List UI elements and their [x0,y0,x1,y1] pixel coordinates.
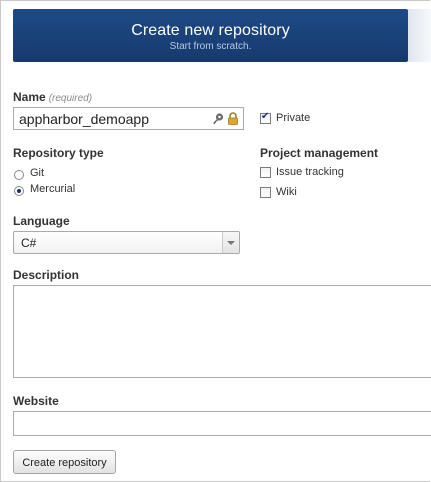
chevron-down-icon[interactable] [222,232,239,253]
create-repository-button[interactable]: Create repository [13,450,116,474]
name-input[interactable]: appharbor_demoapp [13,107,244,130]
language-select[interactable]: C# [13,231,240,254]
radio-mercurial-label: Mercurial [30,183,76,195]
header-edge [408,9,431,62]
key-icon[interactable] [212,112,224,125]
website-input[interactable] [13,411,431,436]
language-select-value: C# [21,236,37,250]
issue-tracking-label: Issue tracking [276,166,344,178]
name-required-hint: (required) [48,93,93,104]
radio-git-label: Git [30,167,45,179]
wiki-label: Wiki [276,186,297,198]
website-label: Website [13,394,59,408]
project-management-label: Project management [260,146,379,160]
page-subtitle: Start from scratch. [169,41,252,52]
name-input-icons [212,112,239,125]
page-title: Create new repository [131,22,290,39]
wiki-checkbox[interactable] [260,187,271,198]
private-label: Private [276,112,311,124]
name-input-value: appharbor_demoapp [19,111,149,127]
radio-mercurial[interactable] [14,186,24,196]
private-checkbox[interactable] [260,111,271,124]
header-banner: Create new repository Start from scratch… [13,9,408,62]
description-label: Description [13,268,80,282]
radio-git[interactable] [14,170,24,180]
name-label: Name (required) [13,90,92,104]
name-label-text: Name [13,90,46,104]
language-label: Language [13,214,70,228]
issue-tracking-checkbox[interactable] [260,167,271,178]
repository-type-label: Repository type [13,146,104,160]
description-textarea[interactable] [13,285,431,378]
lock-icon[interactable] [227,112,239,125]
